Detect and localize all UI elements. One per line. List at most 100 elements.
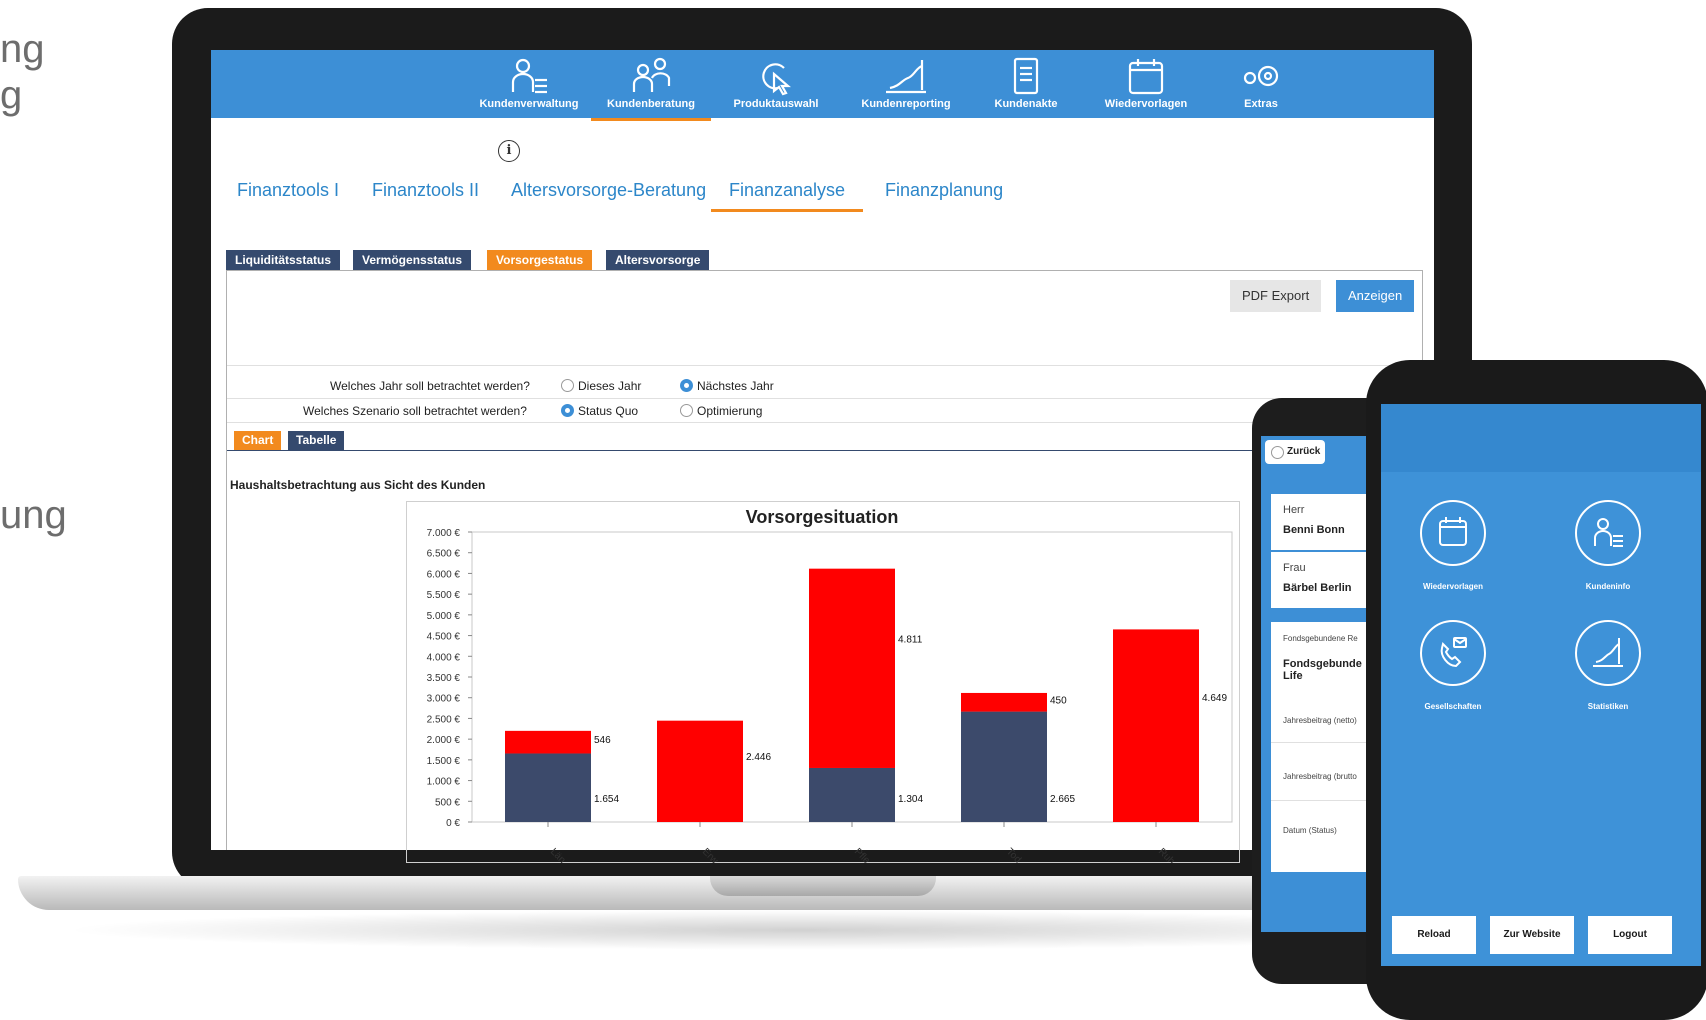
nav-label: Kundenreporting [861, 98, 951, 110]
y-tick-label: 3.500 € [427, 673, 461, 684]
radio-label-status-quo: Status Quo [578, 404, 639, 418]
radio-dieses-jahr[interactable] [561, 379, 574, 392]
phone-front-screen [1381, 404, 1701, 966]
tile-statistiken[interactable] [1575, 620, 1641, 686]
pdf-export-button[interactable]: PDF Export [1230, 280, 1322, 312]
bar-segment [961, 711, 1047, 822]
field-label: Jahresbeitrag (brutto [1283, 772, 1357, 781]
data-label: 4.811 [898, 634, 923, 645]
divider [227, 398, 1422, 399]
laptop-notch [710, 876, 936, 896]
y-tick-label: 1.500 € [427, 756, 461, 767]
show-button[interactable]: Anzeigen [1336, 280, 1415, 312]
x-tick-label: Pfle... [852, 846, 878, 863]
data-label: 2.665 [1050, 794, 1075, 805]
data-label: 1.654 [594, 794, 619, 805]
nav-label: Kundenakte [994, 98, 1058, 110]
logout-button[interactable]: Logout [1588, 916, 1672, 954]
reload-button[interactable]: Reload [1392, 916, 1476, 954]
radio-label-naechstes-jahr: Nächstes Jahr [697, 379, 774, 393]
tab-table[interactable]: Tabelle [288, 431, 345, 450]
x-tick-label: Tod... [1004, 846, 1029, 863]
chart-growth-icon [886, 60, 926, 94]
y-tick-label: 6.000 € [427, 569, 461, 580]
tab-altersvorsorge-beratung[interactable]: Altersvorsorge-Beratung [511, 180, 706, 201]
nav-kundenberatung[interactable]: Kundenberatung [591, 50, 711, 121]
side-text-2: g [0, 73, 23, 117]
data-label: 4.649 [1202, 693, 1227, 704]
gears-icon [1243, 65, 1279, 87]
x-tick-label: Erw... [700, 846, 725, 863]
bar-segment [657, 720, 743, 822]
back-icon [1271, 446, 1284, 459]
bar-segment [1113, 629, 1199, 822]
question-year-label: Welches Jahr soll betrachtet werden? [330, 379, 530, 393]
divider [227, 450, 1422, 451]
back-button[interactable]: Zurück [1265, 440, 1325, 464]
tab-finanzplanung[interactable]: Finanzplanung [885, 180, 1003, 201]
radio-optimierung[interactable] [680, 404, 693, 417]
subtab-altersvorsorge[interactable]: Altersvorsorge [606, 250, 710, 270]
radio-label-optimierung: Optimierung [697, 404, 763, 418]
people-icon [632, 57, 671, 92]
website-button[interactable]: Zur Website [1490, 916, 1574, 954]
subtab-vorsorgestatus[interactable]: Vorsorgestatus [487, 250, 593, 270]
subtab-vermoegensstatus[interactable]: Vermögensstatus [353, 250, 472, 270]
nav-kundenverwaltung[interactable]: Kundenverwaltung [469, 50, 589, 118]
bar-segment [809, 568, 895, 768]
data-label: 1.304 [898, 794, 923, 805]
info-icon[interactable]: i [498, 140, 520, 162]
nav-label: Produktauswahl [733, 98, 819, 110]
y-tick-label: 4.000 € [427, 652, 461, 663]
bar-segment [505, 753, 591, 822]
calendar-icon [1128, 59, 1164, 95]
nav-wiedervorlagen[interactable]: Wiedervorlagen [1081, 50, 1211, 118]
nav-kundenakte[interactable]: Kundenakte [971, 50, 1081, 118]
nav-produktauswahl[interactable]: Produktauswahl [711, 50, 841, 118]
nav-label: Extras [1244, 98, 1278, 110]
person-list-icon [511, 58, 547, 94]
contact-name: Bärbel Berlin [1283, 582, 1352, 594]
side-text-3: ung [0, 493, 67, 537]
nav-extras[interactable]: Extras [1211, 50, 1311, 118]
tab-finanztools-2[interactable]: Finanztools II [372, 180, 479, 201]
tile-label: Gesellschaften [1424, 702, 1482, 711]
cursor-click-icon [762, 63, 791, 96]
data-label: 546 [594, 735, 611, 746]
tile-wiedervorlagen[interactable] [1420, 500, 1486, 566]
y-tick-label: 3.000 € [427, 694, 461, 705]
nav-kundenreporting[interactable]: Kundenreporting [841, 50, 971, 118]
data-label: 450 [1050, 695, 1067, 706]
radio-status-quo[interactable] [561, 404, 574, 417]
y-tick-label: 1.000 € [427, 777, 461, 788]
subtab-liquiditaetsstatus[interactable]: Liquiditätsstatus [226, 250, 341, 270]
y-tick-label: 5.000 € [427, 611, 461, 622]
nav-label: Wiedervorlagen [1104, 98, 1188, 110]
chart-growth-icon [1593, 638, 1623, 667]
bar-segment [961, 692, 1047, 712]
bar-segment [505, 730, 591, 754]
detail-title: Fondsgebunde Life [1283, 658, 1362, 682]
document-icon [1013, 57, 1039, 95]
contact-salutation: Frau [1283, 562, 1306, 574]
contact-salutation: Herr [1283, 504, 1305, 516]
person-list-icon [1594, 518, 1623, 547]
tile-label: Statistiken [1587, 702, 1629, 711]
vorsorge-chart: Vorsorgesituation 0 € 500 € 1.000 € 1.500 € 2… [427, 507, 1233, 863]
calendar-icon [1439, 517, 1467, 546]
side-text-1: ng [0, 27, 45, 71]
tab-finanztools-1[interactable]: Finanztools I [237, 180, 339, 201]
radio-naechstes-jahr[interactable] [680, 379, 693, 392]
question-scenario-label: Welches Szenario soll betrachtet werden? [303, 404, 527, 418]
chart-title: Vorsorgesituation [746, 507, 899, 527]
tile-gesellschaften[interactable] [1420, 620, 1486, 686]
tile-kundeninfo[interactable] [1575, 500, 1641, 566]
y-tick-label: 6.500 € [427, 549, 461, 560]
tab-finanzanalyse[interactable]: Finanzanalyse [711, 180, 864, 212]
tile-label: Kundeninfo [1585, 582, 1631, 591]
contact-name: Benni Bonn [1283, 524, 1345, 536]
x-tick-label: Län... [548, 846, 573, 863]
tab-chart[interactable]: Chart [234, 431, 282, 450]
tile-label: Wiedervorlagen [1423, 582, 1483, 591]
nav-label: Kundenberatung [607, 98, 695, 110]
